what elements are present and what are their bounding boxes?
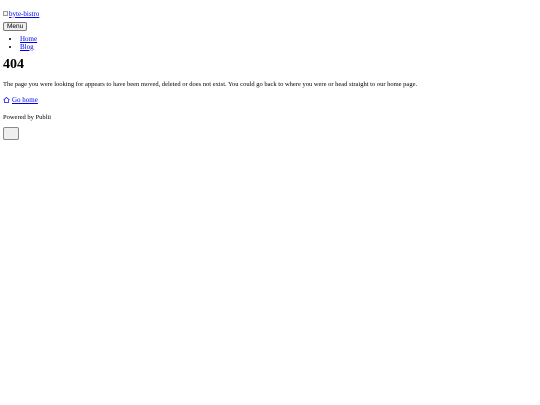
site-header: byte-bistro Menu Home Blog (3, 3, 537, 51)
site-logo-link[interactable]: byte-bistro (3, 10, 39, 18)
go-home-label: Go home (12, 96, 38, 104)
broken-image-icon (3, 11, 8, 16)
site-footer: Powered by Publii (3, 114, 537, 140)
nav-link-blog[interactable]: Blog (20, 43, 34, 51)
nav-item-blog: Blog (20, 43, 537, 52)
powered-by-text: Powered by Publii (3, 114, 52, 121)
nav-item-home: Home (20, 35, 537, 44)
error-code-heading: 404 (3, 57, 24, 72)
main-navigation: Home Blog (3, 35, 537, 52)
menu-button[interactable]: Menu (3, 22, 28, 31)
home-icon (3, 97, 10, 103)
main-content: 404 The page you were looking for appear… (3, 57, 537, 108)
error-message: The page you were looking for appears to… (3, 81, 418, 88)
page: byte-bistro Menu Home Blog 404 The page … (0, 0, 540, 405)
back-to-top-button[interactable] (3, 127, 19, 140)
go-home-link[interactable]: Go home (3, 96, 38, 104)
site-logo-alt-text: byte-bistro (9, 9, 40, 18)
